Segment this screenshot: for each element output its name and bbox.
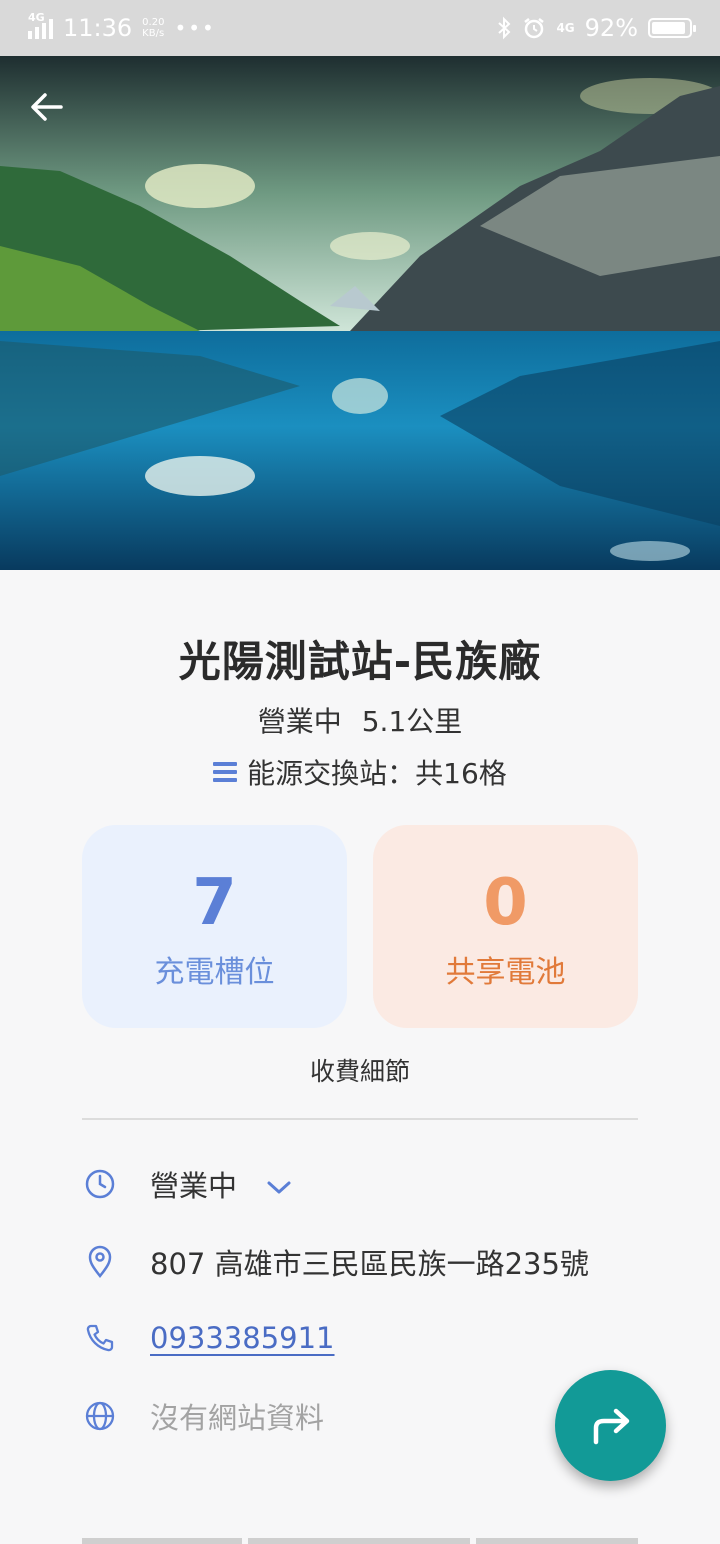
bluetooth-icon xyxy=(498,16,511,40)
network-type-right: 4G xyxy=(556,21,575,35)
list-icon xyxy=(213,762,238,782)
open-status: 營業中 xyxy=(257,705,342,738)
charging-slots-label: 充電槽位 xyxy=(154,954,275,990)
globe-icon xyxy=(82,1398,118,1434)
navigate-arrow-icon xyxy=(593,1408,629,1444)
chevron-down-icon[interactable] xyxy=(266,1180,292,1196)
navigate-button[interactable] xyxy=(555,1370,666,1481)
address-text: 807 高雄市三民區民族一路235號 xyxy=(150,1247,589,1281)
fee-details-link[interactable]: 收費細節 xyxy=(0,1052,720,1088)
back-button[interactable] xyxy=(30,92,82,144)
clock-icon xyxy=(82,1166,118,1202)
address-row[interactable]: 807 高雄市三民區民族一路235號 xyxy=(82,1244,589,1281)
hours-status: 營業中 xyxy=(150,1169,238,1203)
station-name: 光陽測試站-民族廠 xyxy=(178,637,542,686)
station-type: 能源交換站：共16格 xyxy=(0,752,720,792)
shared-batteries-card[interactable]: 0 共享電池 xyxy=(373,825,638,1028)
arrow-left-icon xyxy=(31,93,63,121)
phone-row[interactable]: 0933385911 xyxy=(82,1320,335,1356)
station-status-line: 營業中 5.1公里 xyxy=(0,700,720,740)
station-photo xyxy=(0,56,720,570)
location-pin-icon xyxy=(82,1244,118,1280)
network-speed: 0.20 KB/s xyxy=(142,17,165,39)
battery-percent: 92% xyxy=(584,14,638,42)
clock: 11:36 xyxy=(63,14,133,42)
charging-slots-count: 7 xyxy=(192,865,237,940)
distance: 5.1公里 xyxy=(361,705,463,738)
status-bar: 4G 11:36 0.20 KB/s ••• 4G 92% xyxy=(0,0,720,56)
station-type-label: 能源交換站：共16格 xyxy=(247,757,507,790)
more-notifications-icon: ••• xyxy=(174,16,216,40)
divider xyxy=(82,1118,638,1120)
network-type: 4G xyxy=(28,11,45,24)
signal-icon: 4G xyxy=(28,11,53,39)
alarm-icon xyxy=(524,18,545,39)
phone-number-link[interactable]: 0933385911 xyxy=(150,1321,335,1355)
shared-batteries-count: 0 xyxy=(483,865,528,940)
battery-icon xyxy=(648,18,696,38)
charging-slots-card[interactable]: 7 充電槽位 xyxy=(82,825,347,1028)
hours-row[interactable]: 營業中 xyxy=(82,1166,291,1203)
website-row: 沒有網站資料 xyxy=(82,1398,324,1435)
website-text: 沒有網站資料 xyxy=(150,1401,325,1435)
shared-batteries-label: 共享電池 xyxy=(445,954,566,990)
phone-icon xyxy=(82,1320,118,1356)
bottom-tab-indicators xyxy=(82,1538,638,1544)
